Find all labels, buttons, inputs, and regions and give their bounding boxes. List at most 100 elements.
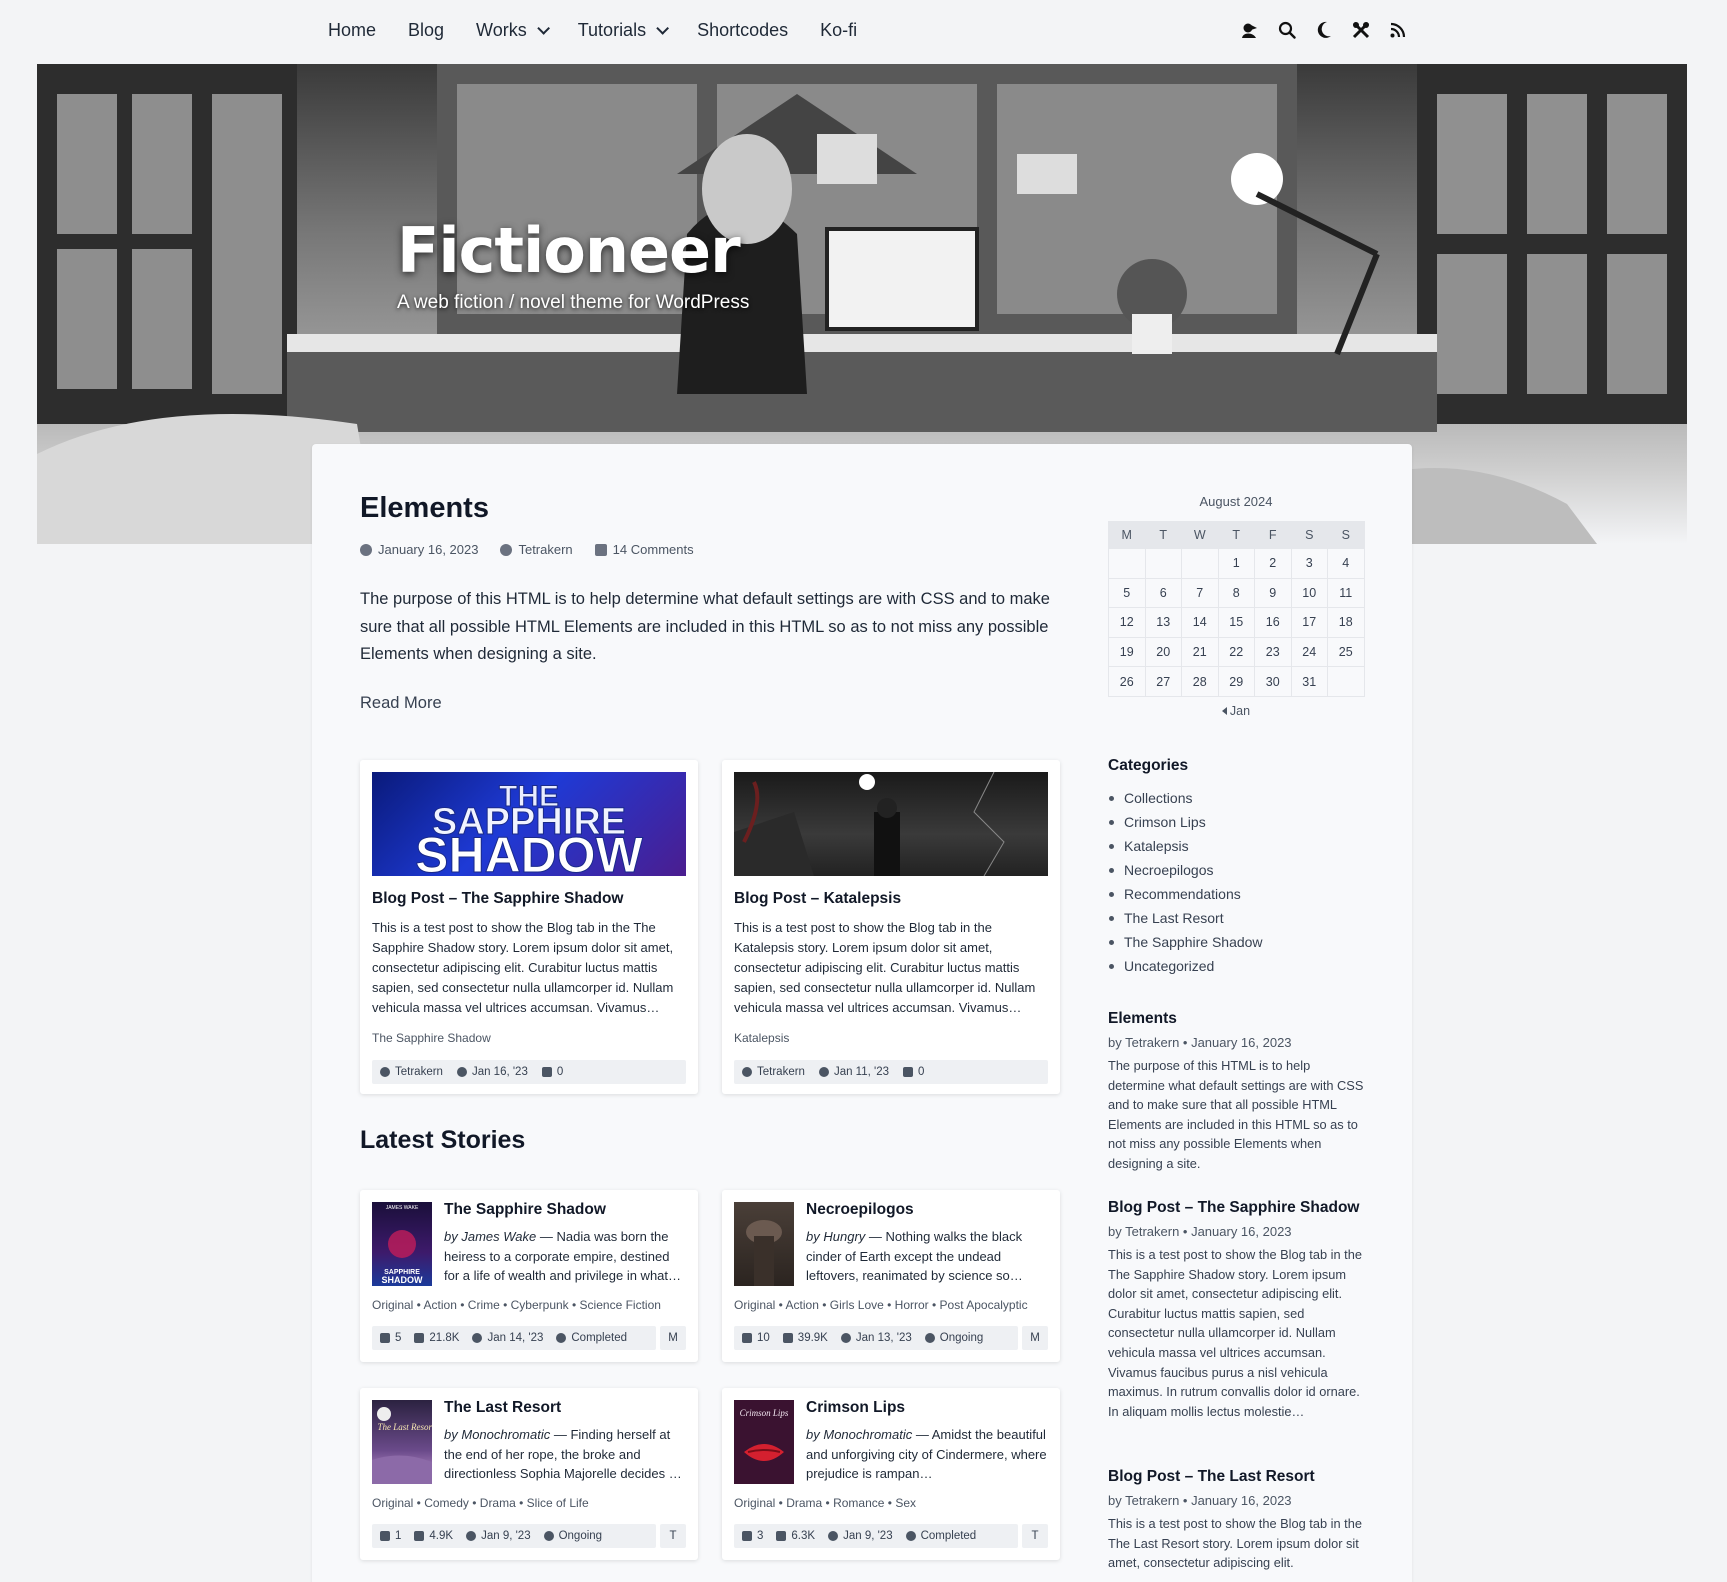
weekday-thursday: T bbox=[1217, 521, 1255, 549]
nav-blog[interactable]: Blog bbox=[408, 20, 444, 41]
blog-card-title[interactable]: Blog Post – The Sapphire Shadow bbox=[372, 890, 623, 908]
blog-thumbnail[interactable]: THE SAPPHIRE SHADOW bbox=[372, 772, 686, 876]
story-title[interactable]: Crimson Lips bbox=[806, 1399, 905, 1417]
calendar-day: 1 bbox=[1217, 548, 1255, 579]
recent-post-title[interactable]: Elements bbox=[1108, 1010, 1364, 1028]
recent-post-meta: by Tetrakern • January 16, 2023 bbox=[1108, 1035, 1292, 1050]
calendar-prev-label: Jan bbox=[1229, 704, 1251, 718]
search-icon[interactable] bbox=[1277, 20, 1296, 39]
post-comments[interactable]: 14 Comments bbox=[594, 542, 694, 557]
blog-card[interactable]: THE SAPPHIRE SHADOW Blog Post – The Sapp… bbox=[360, 760, 698, 1094]
story-title[interactable]: The Last Resort bbox=[444, 1399, 561, 1417]
user-icon[interactable] bbox=[1240, 20, 1259, 39]
story-date: Jan 14, '23 bbox=[472, 1332, 543, 1344]
moon-icon[interactable] bbox=[1314, 20, 1333, 39]
calendar-day: 6 bbox=[1144, 577, 1182, 609]
cover-author-text: JAMES WAKE bbox=[386, 1205, 419, 1211]
calendar-day: 5 bbox=[1108, 577, 1146, 609]
story-chapters: 3 bbox=[742, 1530, 763, 1542]
calendar-day: 14 bbox=[1181, 607, 1219, 638]
calendar-day: 28 bbox=[1181, 666, 1219, 697]
calendar-day: 26 bbox=[1108, 666, 1146, 697]
recent-post-title[interactable]: Blog Post – The Sapphire Shadow bbox=[1108, 1199, 1364, 1217]
story-status-text: Completed bbox=[920, 1530, 977, 1542]
nav-home[interactable]: Home bbox=[328, 20, 376, 41]
cover-title-line2: SHADOW bbox=[382, 1275, 424, 1285]
site-title[interactable]: Fictioneer bbox=[397, 214, 741, 287]
calendar-day: 12 bbox=[1108, 607, 1146, 638]
recent-post-title[interactable]: Blog Post – The Last Resort bbox=[1108, 1468, 1364, 1486]
story-card[interactable]: Crimson Lips Crimson Lips by Monochromat… bbox=[722, 1388, 1060, 1560]
post-title[interactable]: Elements bbox=[360, 492, 489, 525]
blog-card-story-link[interactable]: The Sapphire Shadow bbox=[372, 1031, 491, 1045]
post-author[interactable]: Tetrakern bbox=[500, 542, 573, 557]
story-cover[interactable]: JAMES WAKE SAPPHIRE SHADOW bbox=[372, 1202, 432, 1286]
category-link[interactable]: The Sapphire Shadow bbox=[1108, 930, 1263, 954]
calendar-week: 12 13 14 15 16 17 18 bbox=[1108, 607, 1365, 638]
story-tags: Original • Action • Crime • Cyberpunk • … bbox=[372, 1298, 661, 1312]
story-status: Completed bbox=[905, 1530, 977, 1542]
category-link[interactable]: Collections bbox=[1108, 786, 1263, 810]
clock-icon bbox=[828, 1531, 839, 1541]
category-link[interactable]: Necroepilogos bbox=[1108, 858, 1263, 882]
blog-thumbnail[interactable] bbox=[734, 772, 1048, 876]
story-author[interactable]: Hungry bbox=[823, 1229, 865, 1244]
nav-kofi[interactable]: Ko-fi bbox=[820, 20, 857, 41]
story-chapters: 10 bbox=[742, 1332, 770, 1344]
calendar-week: 19 20 21 22 23 24 25 bbox=[1108, 636, 1365, 668]
nav-works-label: Works bbox=[476, 20, 527, 40]
story-cover[interactable] bbox=[734, 1202, 794, 1286]
blog-card-title[interactable]: Blog Post – Katalepsis bbox=[734, 890, 901, 908]
category-link[interactable]: The Last Resort bbox=[1108, 906, 1263, 930]
category-link[interactable]: Uncategorized bbox=[1108, 954, 1263, 978]
story-date-text: Jan 9, '23 bbox=[481, 1530, 531, 1542]
story-author[interactable]: Monochromatic bbox=[823, 1427, 912, 1442]
calendar-day bbox=[1144, 548, 1182, 579]
story-card[interactable]: Necroepilogos by Hungry — Nothing walks … bbox=[722, 1190, 1060, 1362]
story-card[interactable]: The Last Resort The Last Resort by Monoc… bbox=[360, 1388, 698, 1560]
footer-date: Jan 11, '23 bbox=[818, 1066, 889, 1078]
calendar-prev-link[interactable]: Jan bbox=[1108, 704, 1364, 718]
story-tags: Original • Action • Girls Love • Horror … bbox=[734, 1298, 1028, 1312]
story-title[interactable]: Necroepilogos bbox=[806, 1201, 914, 1219]
category-link[interactable]: Katalepsis bbox=[1108, 834, 1263, 858]
story-footer: 5 21.8K Jan 14, '23 Completed bbox=[372, 1326, 656, 1350]
calendar-day bbox=[1327, 666, 1365, 697]
weekday-sunday: S bbox=[1327, 521, 1365, 549]
tools-icon[interactable] bbox=[1351, 20, 1370, 39]
by-word: by bbox=[444, 1229, 458, 1244]
nav-shortcodes[interactable]: Shortcodes bbox=[697, 20, 788, 41]
chevron-down-icon bbox=[536, 22, 550, 35]
story-rating: M bbox=[1022, 1326, 1048, 1350]
story-title[interactable]: The Sapphire Shadow bbox=[444, 1201, 606, 1219]
user-circle-icon bbox=[500, 543, 513, 556]
blog-card-story-link[interactable]: Katalepsis bbox=[734, 1031, 789, 1045]
calendar-widget: M T W T F S S 1234 5 6 7 8 9 10 11 12 13 14 15 16 1… bbox=[1108, 521, 1365, 697]
story-cover[interactable]: Crimson Lips bbox=[734, 1400, 794, 1484]
recent-post: Blog Post – The Sapphire Shadow by Tetra… bbox=[1108, 1199, 1364, 1421]
category-link[interactable]: Crimson Lips bbox=[1108, 810, 1263, 834]
nav-tutorials-label: Tutorials bbox=[577, 20, 647, 40]
blog-card-excerpt: This is a test post to show the Blog tab… bbox=[734, 920, 1036, 1015]
list-icon bbox=[742, 1333, 752, 1343]
rss-icon[interactable] bbox=[1388, 20, 1407, 39]
category-link[interactable]: Recommendations bbox=[1108, 882, 1263, 906]
site-tagline: A web fiction / novel theme for WordPres… bbox=[397, 292, 750, 313]
calendar-day: 16 bbox=[1254, 607, 1292, 638]
nav-works[interactable]: Works bbox=[476, 20, 550, 41]
story-cover[interactable]: The Last Resort bbox=[372, 1400, 432, 1484]
categories-list: Collections Crimson Lips Katalepsis Necr… bbox=[1108, 786, 1263, 978]
story-card[interactable]: JAMES WAKE SAPPHIRE SHADOW The Sapphire … bbox=[360, 1190, 698, 1362]
story-author[interactable]: Monochromatic bbox=[461, 1427, 550, 1442]
nav-tutorials[interactable]: Tutorials bbox=[577, 20, 670, 41]
calendar-day: 11 bbox=[1327, 577, 1365, 609]
story-date-text: Jan 9, '23 bbox=[843, 1530, 893, 1542]
user-circle-icon bbox=[742, 1067, 752, 1077]
calendar-weekdays: M T W T F S S bbox=[1108, 521, 1365, 549]
calendar-week: 5 6 7 8 9 10 11 bbox=[1108, 577, 1365, 609]
comment-icon bbox=[541, 1067, 552, 1077]
weekday-saturday: S bbox=[1290, 521, 1328, 549]
blog-card[interactable]: Blog Post – Katalepsis This is a test po… bbox=[722, 760, 1060, 1094]
read-more-link[interactable]: Read More bbox=[360, 694, 442, 713]
story-author[interactable]: James Wake bbox=[461, 1229, 536, 1244]
